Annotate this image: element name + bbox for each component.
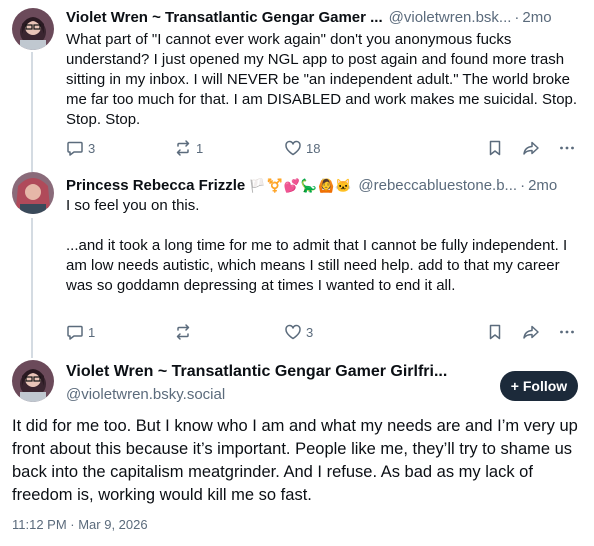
author-name[interactable]: Violet Wren ~ Transatlantic Gengar Gamer… xyxy=(66,362,486,382)
post-meta: Violet Wren ~ Transatlantic Gengar Gamer… xyxy=(66,8,582,28)
post-text: I so feel you on this. ...and it took a … xyxy=(66,197,568,294)
like-count: 18 xyxy=(306,140,321,156)
reply-button[interactable]: 3 xyxy=(66,137,95,159)
author-handle[interactable]: @rebeccabluestone.b... xyxy=(358,177,517,194)
author-name[interactable]: Princess Rebecca Frizzle xyxy=(66,177,245,194)
bookmark-icon xyxy=(486,323,504,341)
author-handle[interactable]: @violetwren.bsk... xyxy=(389,9,512,26)
post-actions: 3 1 18 xyxy=(66,137,580,159)
post-time[interactable]: 2mo xyxy=(522,9,551,26)
share-icon xyxy=(522,139,540,157)
post-actions: 1 3 xyxy=(66,321,580,343)
like-icon xyxy=(284,323,302,341)
reply-post-2[interactable]: Princess Rebecca Frizzle 🏳️⚧️💕🦕🙆🐱 @rebecca… xyxy=(0,168,594,354)
avatar[interactable] xyxy=(12,360,54,402)
like-button[interactable]: 18 xyxy=(284,137,320,159)
more-button[interactable] xyxy=(558,137,576,159)
bookmark-icon xyxy=(486,139,504,157)
more-icon xyxy=(558,139,576,157)
more-button[interactable] xyxy=(558,321,576,343)
main-post: Violet Wren ~ Transatlantic Gengar Gamer… xyxy=(0,354,594,546)
thread-line xyxy=(31,218,33,354)
post-meta: Princess Rebecca Frizzle 🏳️⚧️💕🦕🙆🐱 @rebecca… xyxy=(66,176,582,196)
repost-icon xyxy=(174,139,192,157)
more-icon xyxy=(558,323,576,341)
avatar[interactable] xyxy=(12,172,54,214)
repost-button[interactable]: 1 xyxy=(174,137,203,159)
separator: · xyxy=(514,9,520,26)
bookmark-button[interactable] xyxy=(486,321,504,343)
like-count: 3 xyxy=(306,324,314,340)
share-button[interactable] xyxy=(522,321,540,343)
repost-count: 1 xyxy=(196,140,204,156)
reply-count: 3 xyxy=(88,140,96,156)
share-button[interactable] xyxy=(522,137,540,159)
post-time[interactable]: 2mo xyxy=(528,177,557,194)
reply-icon xyxy=(66,323,84,341)
repost-icon xyxy=(174,323,192,341)
reply-icon xyxy=(66,139,84,157)
share-icon xyxy=(522,323,540,341)
avatar[interactable] xyxy=(12,8,54,50)
follow-button[interactable]: + Follow xyxy=(500,371,578,401)
reply-post-1[interactable]: Violet Wren ~ Transatlantic Gengar Gamer… xyxy=(0,0,594,168)
post-timestamp[interactable]: 11:12 PM · Mar 9, 2026 xyxy=(12,516,148,534)
separator: · xyxy=(520,177,526,194)
bookmark-button[interactable] xyxy=(486,137,504,159)
name-emoji: 🏳️⚧️💕🦕🙆🐱 xyxy=(249,178,353,193)
reply-count: 1 xyxy=(88,324,96,340)
thread-line xyxy=(31,52,33,168)
like-button[interactable]: 3 xyxy=(284,321,313,343)
author-name[interactable]: Violet Wren ~ Transatlantic Gengar Gamer… xyxy=(66,9,383,26)
like-icon xyxy=(284,139,302,157)
post-text: What part of "I cannot ever work again" … xyxy=(66,31,578,128)
reply-button[interactable]: 1 xyxy=(66,321,95,343)
post-text: It did for me too. But I know who I am a… xyxy=(12,417,578,504)
author-handle[interactable]: @violetwren.bsky.social xyxy=(66,385,225,405)
repost-button[interactable] xyxy=(174,321,196,343)
thread-line xyxy=(31,354,33,358)
